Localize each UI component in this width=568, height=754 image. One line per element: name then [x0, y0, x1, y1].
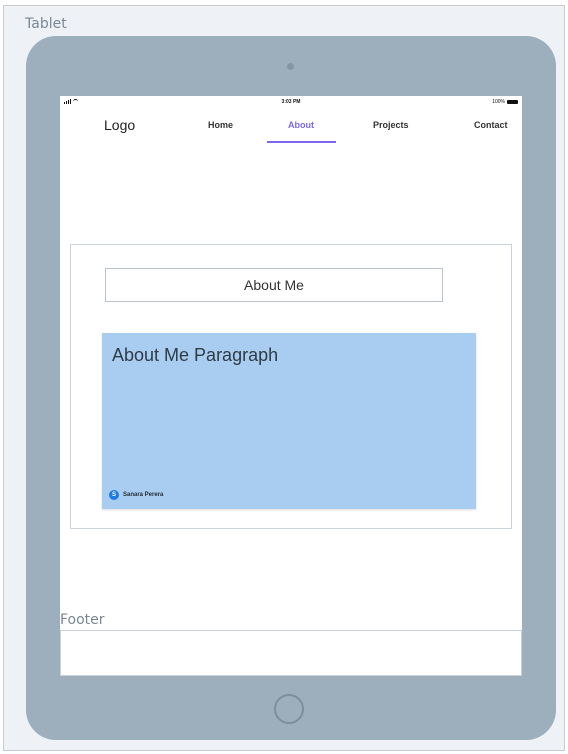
battery-icon [507, 100, 518, 104]
footer [60, 630, 522, 676]
nav-contact[interactable]: Contact [474, 120, 508, 130]
home-button[interactable] [274, 694, 304, 724]
status-time: 3:03 PM [281, 99, 301, 105]
nav-active-indicator [267, 141, 336, 143]
status-right: 100% [492, 99, 518, 105]
camera-icon [287, 63, 294, 70]
footer-label: Footer [60, 612, 105, 628]
about-paragraph-box: About Me Paragraph S Sanara Perera [102, 333, 476, 509]
author: S Sanara Perera [109, 490, 163, 500]
battery-percentage: 100% [492, 99, 505, 105]
about-title: About Me [105, 268, 443, 302]
about-card: About Me About Me Paragraph S Sanara Per… [70, 244, 512, 529]
author-name: Sanara Perera [123, 492, 164, 498]
nav-projects[interactable]: Projects [373, 120, 409, 130]
frame-label: Tablet [25, 16, 67, 32]
nav-about[interactable]: About [288, 120, 314, 130]
navbar: Logo Home About Projects Contact [60, 108, 522, 143]
paragraph-heading: About Me Paragraph [112, 345, 279, 365]
tablet-screen: 3:03 PM 100% Logo Home About Projects Co… [60, 96, 522, 676]
status-bar: 3:03 PM 100% [60, 96, 522, 108]
avatar: S [109, 490, 119, 500]
nav-home[interactable]: Home [208, 120, 233, 130]
logo[interactable]: Logo [104, 117, 135, 133]
